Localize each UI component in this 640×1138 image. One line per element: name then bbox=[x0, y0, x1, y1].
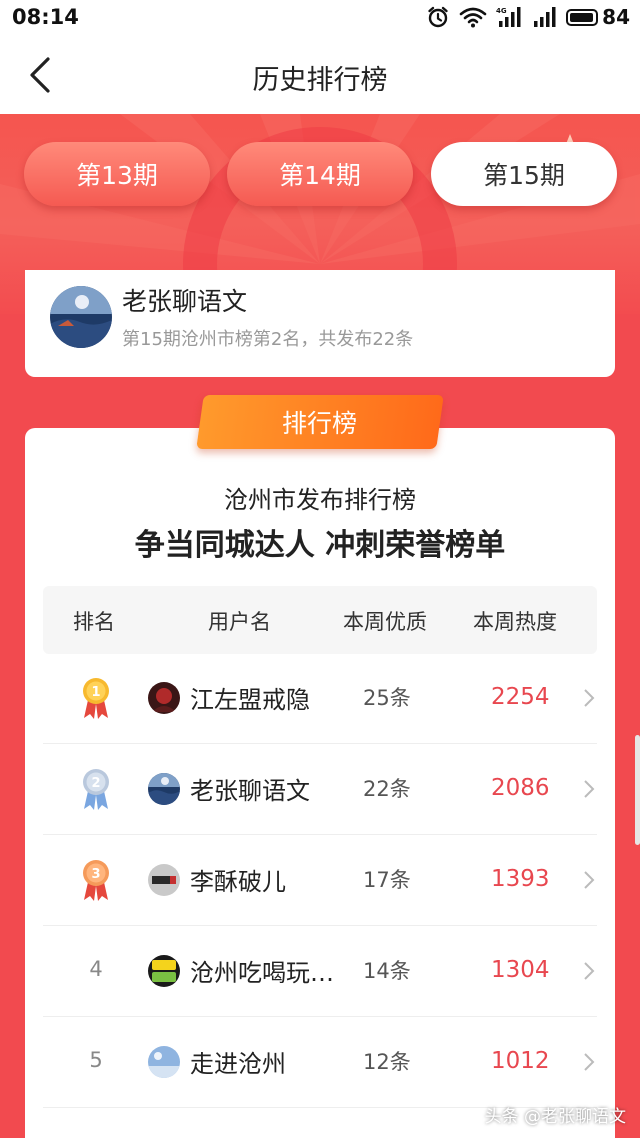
ranking-badge-label: 排行榜 bbox=[282, 409, 358, 438]
ranking-slogan: 争当同城达人 冲刺荣誉榜单 bbox=[134, 528, 506, 563]
user-name: 老张聊语文 bbox=[122, 287, 248, 316]
row-heat: 1012 bbox=[491, 1048, 550, 1074]
row-heat: 2254 bbox=[491, 684, 550, 710]
bronze-medal-icon: 3 bbox=[83, 860, 109, 901]
avatar bbox=[148, 682, 180, 714]
user-rank-summary: 第15期沧州市榜第2名，共发布22条 bbox=[122, 329, 414, 350]
svg-text:3: 3 bbox=[91, 867, 100, 882]
row-user-name: 老张聊语文 bbox=[190, 777, 310, 805]
battery-level: 84 bbox=[602, 5, 630, 29]
avatar bbox=[148, 773, 180, 805]
row-rank: 5 bbox=[89, 1048, 103, 1072]
table-row[interactable]: 3 李酥破儿 17条 1393 bbox=[43, 836, 597, 926]
row-user-name: 李酥破儿 bbox=[190, 868, 286, 896]
row-heat: 2086 bbox=[491, 775, 550, 801]
row-quality-count: 22条 bbox=[363, 777, 411, 801]
status-bar: 08:14 4G 84 bbox=[0, 0, 640, 36]
page-title: 历史排行榜 bbox=[252, 65, 388, 96]
scrollbar[interactable] bbox=[635, 735, 640, 845]
row-user-name: 江左盟戒隐 bbox=[190, 686, 310, 714]
avatar bbox=[148, 864, 180, 896]
avatar bbox=[148, 955, 180, 987]
avatar bbox=[50, 286, 112, 348]
row-quality-count: 12条 bbox=[363, 1050, 411, 1074]
header-heat: 本周热度 bbox=[473, 610, 557, 634]
svg-text:4G: 4G bbox=[496, 7, 507, 15]
table-row[interactable]: 1 江左盟戒隐 25条 2254 bbox=[43, 654, 597, 744]
signal-4g-icon: 4G bbox=[496, 7, 521, 27]
avatar bbox=[148, 1046, 180, 1078]
gold-medal-icon: 1 bbox=[83, 678, 109, 719]
wifi-icon bbox=[459, 7, 487, 28]
watermark: 头条 @老张聊语文 bbox=[484, 1107, 626, 1127]
silver-medal-icon: 2 bbox=[83, 769, 109, 810]
user-summary-card[interactable]: 老张聊语文 第15期沧州市榜第2名，共发布22条 bbox=[25, 270, 615, 377]
chevron-right-icon bbox=[584, 871, 595, 889]
ranking-panel: 沧州市发布排行榜 争当同城达人 冲刺荣誉榜单 排名 用户名 本周优质 本周热度 … bbox=[25, 428, 615, 1138]
row-heat: 1304 bbox=[491, 957, 550, 983]
svg-text:2: 2 bbox=[91, 776, 100, 791]
header-quality: 本周优质 bbox=[343, 610, 427, 634]
table-row[interactable]: 4 沧州吃喝玩… 14条 1304 bbox=[43, 927, 597, 1017]
status-time: 08:14 bbox=[12, 5, 79, 29]
header-rank: 排名 bbox=[73, 610, 115, 634]
row-quality-count: 14条 bbox=[363, 959, 411, 983]
battery-indicator: 84 bbox=[566, 5, 630, 29]
tab-period-15[interactable]: 第15期 bbox=[431, 142, 617, 206]
status-icons: 4G 84 bbox=[426, 5, 630, 29]
ranking-title: 沧州市发布排行榜 bbox=[224, 486, 416, 514]
alarm-icon bbox=[428, 6, 448, 28]
header-user: 用户名 bbox=[208, 610, 271, 634]
row-heat: 1393 bbox=[491, 866, 550, 892]
battery-icon bbox=[566, 8, 599, 26]
row-user-name: 沧州吃喝玩… bbox=[190, 959, 334, 987]
table-header: 排名 用户名 本周优质 本周热度 bbox=[43, 586, 597, 654]
row-quality-count: 25条 bbox=[363, 686, 411, 710]
svg-text:1: 1 bbox=[91, 685, 100, 700]
row-quality-count: 17条 bbox=[363, 868, 411, 892]
chevron-right-icon bbox=[584, 780, 595, 798]
table-row[interactable]: 5 走进沧州 12条 1012 bbox=[43, 1018, 597, 1108]
chevron-right-icon bbox=[584, 1053, 595, 1071]
row-user-name: 走进沧州 bbox=[190, 1050, 286, 1078]
signal-icon bbox=[534, 7, 556, 27]
tab-period-14[interactable]: 第14期 bbox=[227, 142, 413, 206]
ranking-badge: 排行榜 bbox=[196, 395, 444, 449]
tab-period-13[interactable]: 第13期 bbox=[24, 142, 210, 206]
nav-bar: 历史排行榜 bbox=[0, 36, 640, 114]
table-row[interactable]: 2 老张聊语文 22条 2086 bbox=[43, 745, 597, 835]
chevron-right-icon bbox=[584, 962, 595, 980]
row-rank: 4 bbox=[89, 957, 103, 981]
chevron-right-icon bbox=[584, 689, 595, 707]
